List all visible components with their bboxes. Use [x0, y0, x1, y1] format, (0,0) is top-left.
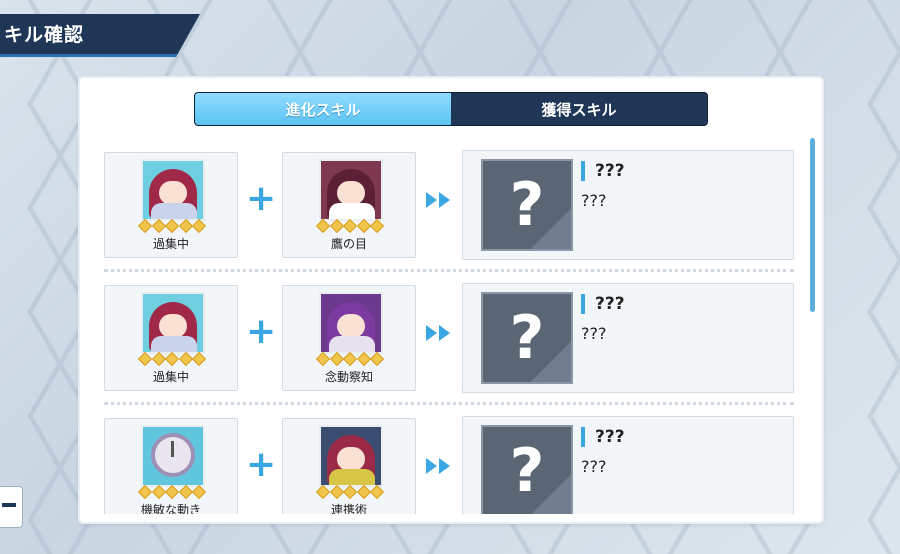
tab-evolution-skill[interactable]: 進化スキル	[195, 93, 451, 125]
star-rating	[137, 351, 207, 367]
skill-name: 過集中	[152, 370, 189, 384]
skill-card-a[interactable]: 過集中	[104, 152, 238, 258]
plus-icon: +	[246, 444, 277, 485]
question-icon: ?	[481, 159, 573, 251]
fast-forward-icon	[426, 325, 450, 341]
skill-card-b[interactable]: 鷹の目	[282, 152, 416, 258]
tab-acquired-skill[interactable]: 獲得スキル	[451, 93, 707, 125]
skill-name: 念動察知	[324, 370, 373, 384]
row-divider	[104, 402, 794, 405]
skill-portrait	[141, 292, 205, 354]
list-item: 過集中 + 念動察知 ? ??? ???	[96, 273, 806, 405]
skill-name: 鷹の目	[330, 237, 367, 251]
skill-card-b[interactable]: 念動察知	[282, 285, 416, 391]
question-icon: ?	[481, 292, 573, 384]
star-rating	[137, 484, 207, 500]
row-divider	[104, 269, 794, 272]
skill-card-b[interactable]: 連携術	[282, 418, 416, 514]
scrollbar[interactable]	[810, 138, 815, 312]
plus-icon: +	[246, 178, 277, 219]
skill-name: 機敏な動き	[140, 503, 201, 514]
skill-portrait	[141, 159, 205, 221]
skill-name: 過集中	[152, 237, 189, 251]
list-item: 過集中 + 鷹の目 ? ??? ???	[96, 140, 806, 272]
result-skill-description: ???	[581, 457, 607, 476]
result-skill-title: ???	[581, 294, 625, 314]
result-skill-card[interactable]: ? ??? ???	[462, 150, 794, 260]
result-skill-card[interactable]: ? ??? ???	[462, 283, 794, 393]
skill-card-a[interactable]: 過集中	[104, 285, 238, 391]
result-skill-card[interactable]: ? ??? ???	[462, 416, 794, 514]
skill-portrait	[319, 292, 383, 354]
page-title: キル確認	[4, 24, 85, 46]
fast-forward-icon	[426, 458, 450, 474]
back-button[interactable]	[0, 486, 23, 528]
skill-portrait	[319, 159, 383, 221]
star-rating	[315, 484, 385, 500]
star-rating	[315, 351, 385, 367]
fast-forward-icon	[426, 192, 450, 208]
skill-combination-list[interactable]: 過集中 + 鷹の目 ? ??? ??? 過集中 + 念動察知 ? ??? ???…	[96, 140, 806, 514]
back-icon	[2, 503, 16, 507]
plus-icon: +	[246, 311, 277, 352]
result-skill-title: ???	[581, 427, 625, 447]
result-skill-description: ???	[581, 191, 607, 210]
skill-portrait	[319, 425, 383, 487]
skill-name: 連携術	[330, 503, 367, 514]
list-item: 機敏な動き + 連携術 ? ??? ???	[96, 406, 806, 514]
result-skill-title: ???	[581, 161, 625, 181]
question-icon: ?	[481, 425, 573, 514]
tab-bar: 進化スキル 獲得スキル	[194, 92, 708, 126]
skill-card-a[interactable]: 機敏な動き	[104, 418, 238, 514]
skill-portrait	[141, 425, 205, 487]
star-rating	[315, 218, 385, 234]
star-rating	[137, 218, 207, 234]
result-skill-description: ???	[581, 324, 607, 343]
